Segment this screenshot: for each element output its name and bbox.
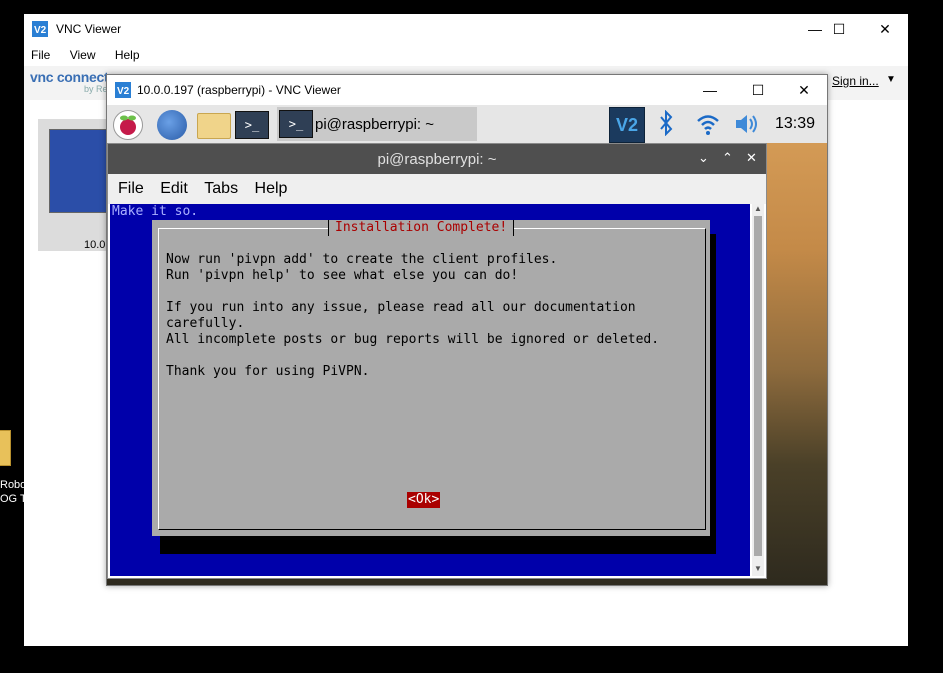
terminal-menu-bar: File Edit Tabs Help (108, 174, 766, 204)
ok-button[interactable]: <Ok> (407, 492, 441, 508)
file-manager-icon[interactable] (197, 113, 231, 139)
terminal-window: pi@raspberrypi: ~ ⌄ ⌃ ✕ File Edit Tabs H… (107, 143, 767, 579)
scroll-down-icon[interactable]: ▼ (754, 564, 762, 573)
bluetooth-icon[interactable] (658, 109, 674, 142)
menu-help[interactable]: Help (255, 180, 288, 197)
maximize-button[interactable]: ⌃ (722, 150, 733, 166)
desktop-folder-icon[interactable] (0, 430, 11, 466)
terminal-title: pi@raspberrypi: ~ (377, 151, 497, 168)
menu-view[interactable]: View (70, 48, 96, 62)
maximize-button[interactable]: ☐ (816, 14, 862, 44)
terminal-icon: >_ (279, 110, 313, 138)
menu-edit[interactable]: Edit (160, 180, 188, 197)
menu-tabs[interactable]: Tabs (204, 180, 238, 197)
raspberry-menu-icon[interactable] (113, 110, 143, 140)
wifi-icon[interactable] (695, 111, 721, 143)
close-button[interactable]: ✕ (781, 75, 827, 105)
taskbar-terminal-task[interactable]: >_ pi@raspberrypi: ~ (277, 107, 477, 141)
chevron-down-icon[interactable]: ▼ (886, 74, 896, 85)
svg-text:V2: V2 (117, 86, 130, 97)
vnc-session-window: V2 10.0.0.197 (raspberrypi) - VNC Viewer… (106, 74, 828, 586)
window-title: VNC Viewer (56, 22, 122, 36)
menu-file[interactable]: File (118, 180, 144, 197)
connection-thumbnail[interactable]: 10.0. (38, 119, 109, 251)
vnc-connect-logo: vnc connect (30, 69, 109, 85)
svg-text:V2: V2 (34, 25, 47, 36)
vnc-logo-icon: V2 (32, 21, 48, 42)
scroll-up-icon[interactable]: ▲ (754, 204, 762, 213)
minimize-button[interactable]: — (687, 75, 733, 105)
terminal-scrollbar[interactable]: ▲ ▼ (752, 204, 764, 576)
sign-in-link[interactable]: Sign in... (832, 74, 879, 88)
desktop-item-label: Robo OG T (0, 479, 24, 505)
title-bar: V2 VNC Viewer — ☐ ✕ (24, 14, 908, 44)
taskbar-task-label: pi@raspberrypi: ~ (315, 116, 435, 133)
dialog-message: Now run 'pivpn add' to create the client… (166, 252, 660, 379)
session-title: 10.0.0.197 (raspberrypi) - VNC Viewer (137, 83, 341, 97)
minimize-button[interactable]: ⌄ (698, 150, 709, 166)
installation-complete-dialog: Installation Complete! Now run 'pivpn ad… (152, 220, 710, 536)
rpi-taskbar: >_ >_ pi@raspberrypi: ~ V2 13:39 (107, 105, 827, 143)
menu-bar: File View Help (24, 44, 908, 66)
terminal-screen[interactable]: Make it so. Installation Complete! Now r… (110, 204, 750, 576)
terminal-title-bar: pi@raspberrypi: ~ ⌄ ⌃ ✕ (108, 144, 766, 174)
clock[interactable]: 13:39 (775, 115, 815, 133)
terminal-icon[interactable]: >_ (235, 111, 269, 139)
volume-icon[interactable] (733, 111, 761, 143)
terminal-output-line: Make it so. (112, 204, 199, 219)
vnc-connect-byline: by Re (84, 84, 108, 94)
thumbnail-preview (49, 129, 109, 213)
thumbnail-label: 10.0. (84, 239, 109, 251)
menu-file[interactable]: File (31, 48, 50, 62)
maximize-button[interactable]: ☐ (735, 75, 781, 105)
vnc-server-icon[interactable]: V2 (609, 107, 645, 143)
web-browser-icon[interactable] (157, 110, 187, 140)
session-title-bar: V2 10.0.0.197 (raspberrypi) - VNC Viewer… (107, 75, 827, 106)
dialog-title: Installation Complete! (328, 220, 515, 236)
close-button[interactable]: ✕ (746, 150, 757, 166)
vnc-logo-icon: V2 (115, 82, 131, 103)
menu-help[interactable]: Help (115, 48, 140, 62)
scrollbar-thumb[interactable] (754, 216, 762, 556)
remote-desktop[interactable]: >_ >_ pi@raspberrypi: ~ V2 13:39 pi@rasp… (107, 105, 827, 585)
close-button[interactable]: ✕ (862, 14, 908, 44)
